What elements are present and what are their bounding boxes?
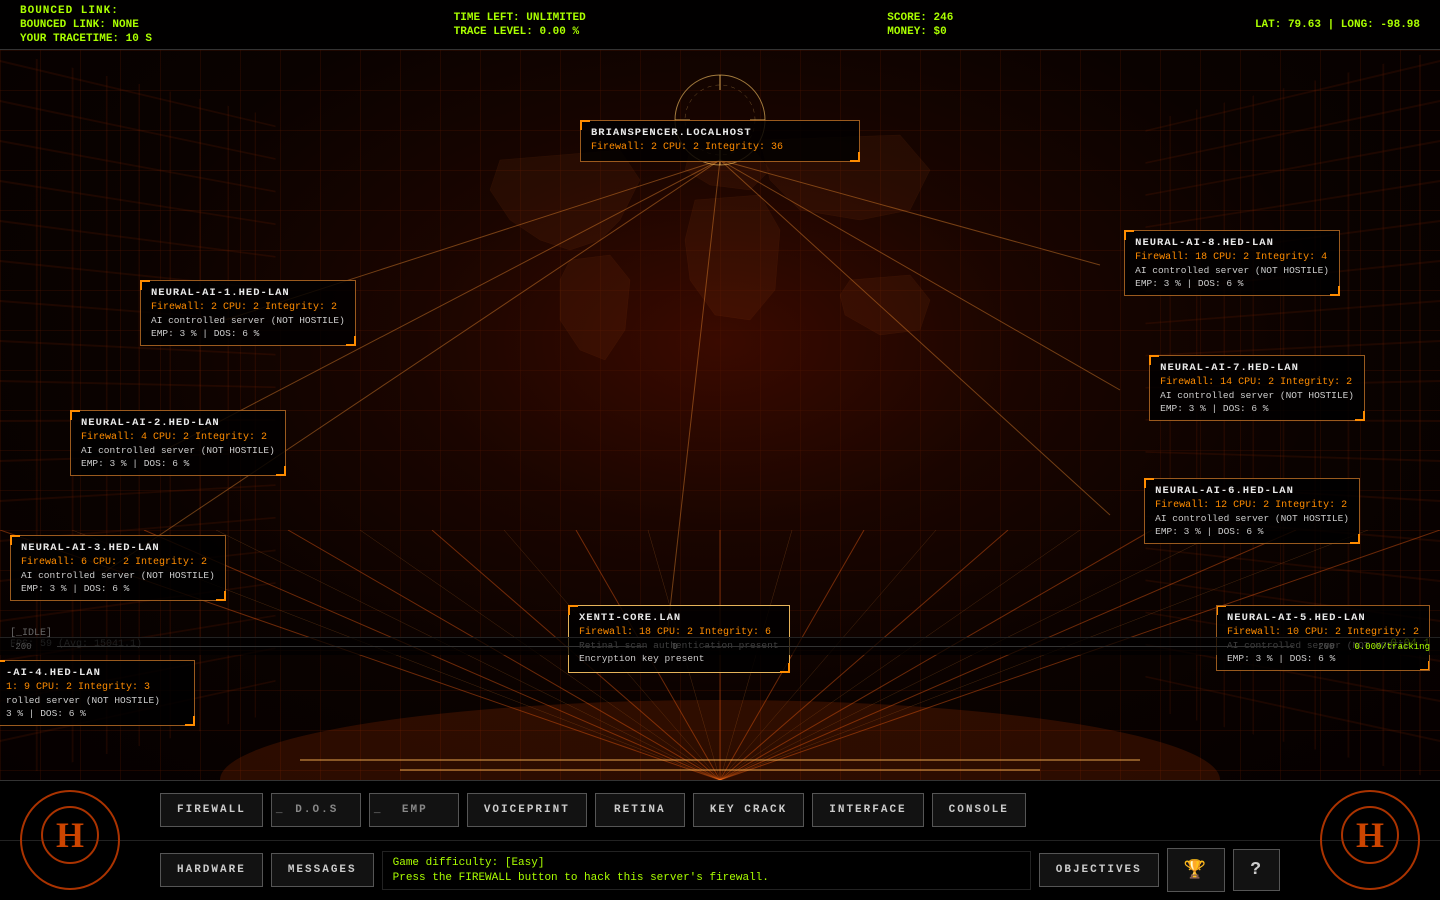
svg-text:H: H	[1356, 815, 1384, 855]
node-ai7-title: NEURAL-AI-7.HED-LAN	[1160, 362, 1354, 374]
svg-text:H: H	[56, 815, 84, 855]
trophy-button[interactable]: 🏆	[1167, 848, 1225, 892]
bottom-toolbar: H H FIREWALL D.O.S EMP VOICEPRINT RETINA…	[0, 780, 1440, 900]
node-ai7-firewall: Firewall: 14 CPU: 2 Integrity: 2	[1160, 377, 1354, 388]
node-ai4-emp: 3 % | DOS: 6 %	[6, 708, 184, 719]
voiceprint-button[interactable]: VOICEPRINT	[467, 793, 587, 827]
node-ai2-emp: EMP: 3 % | DOS: 6 %	[81, 458, 275, 469]
keycrack-button[interactable]: KEY CRACK	[693, 793, 804, 827]
node-ai2-title: NEURAL-AI-2.HED-LAN	[81, 417, 275, 429]
interface-button[interactable]: INTERFACE	[812, 793, 923, 827]
node-neural-ai-4[interactable]: -AI-4.HED-LAN 1: 9 CPU: 2 Integrity: 3 r…	[0, 660, 195, 726]
logo-right: H	[1320, 790, 1420, 890]
node-ai6-desc: AI controlled server (NOT HOSTILE)	[1155, 513, 1349, 524]
scale-neg200: -200	[10, 642, 32, 652]
node-neural-ai-3[interactable]: NEURAL-AI-3.HED-LAN Firewall: 6 CPU: 2 I…	[10, 535, 226, 601]
node-ai1-desc: AI controlled server (NOT HOSTILE)	[151, 315, 345, 326]
node-ai2-desc: AI controlled server (NOT HOSTILE)	[81, 445, 275, 456]
node-neural-ai-8[interactable]: NEURAL-AI-8.HED-LAN Firewall: 18 CPU: 2 …	[1124, 230, 1340, 296]
node-ai1-emp: EMP: 3 % | DOS: 6 %	[151, 328, 345, 339]
node-ai3-firewall: Firewall: 6 CPU: 2 Integrity: 2	[21, 557, 215, 568]
bounced-link-value: BOUNCED LINK: BOUNCED LINK: NONE	[20, 19, 152, 31]
score: SCORE: 246	[887, 12, 953, 24]
toolbar-bottom-row: HARDWARE MESSAGES Game difficulty: [Easy…	[0, 841, 1440, 900]
node-ai8-firewall: Firewall: 18 CPU: 2 Integrity: 4	[1135, 252, 1329, 263]
game-msg-line2: Press the FIREWALL button to hack this s…	[393, 872, 1020, 884]
node-neural-ai-6[interactable]: NEURAL-AI-6.HED-LAN Firewall: 12 CPU: 2 …	[1144, 478, 1360, 544]
score-group: SCORE: 246 MONEY: $0	[887, 12, 953, 38]
node-neural-ai-1[interactable]: NEURAL-AI-1.HED-LAN Firewall: 2 CPU: 2 I…	[140, 280, 356, 346]
node-ai6-firewall: Firewall: 12 CPU: 2 Integrity: 2	[1155, 500, 1349, 511]
bounced-link-label: BOUNCED LINK:	[20, 5, 152, 17]
node-neural-ai-2[interactable]: NEURAL-AI-2.HED-LAN Firewall: 4 CPU: 2 I…	[70, 410, 286, 476]
node-neural-ai-7[interactable]: NEURAL-AI-7.HED-LAN Firewall: 14 CPU: 2 …	[1149, 355, 1365, 421]
money: MONEY: $0	[887, 26, 953, 38]
game-message-area: Game difficulty: [Easy] Press the FIREWA…	[382, 851, 1031, 890]
game-area: BRIANSPENCER.LOCALHOST Firewall: 2 CPU: …	[0, 50, 1440, 780]
retina-button[interactable]: RETINA	[595, 793, 685, 827]
xenti-title: XENTI-CORE.LAN	[579, 612, 779, 624]
scale-200: 200	[1318, 642, 1334, 652]
tracking-label: 0.000/tracking	[1354, 642, 1430, 652]
node-ai1-title: NEURAL-AI-1.HED-LAN	[151, 287, 345, 299]
console-button[interactable]: CONSOLE	[932, 793, 1026, 827]
tracetime-value: YOUR TRACETIME: 10 S	[20, 33, 152, 45]
center-node-firewall: Firewall: 2 CPU: 2 Integrity: 36	[591, 142, 849, 153]
messages-button[interactable]: MESSAGES	[271, 853, 374, 887]
node-ai1-firewall: Firewall: 2 CPU: 2 Integrity: 2	[151, 302, 345, 313]
logo-left: H	[20, 790, 120, 890]
node-ai7-emp: EMP: 3 % | DOS: 6 %	[1160, 403, 1354, 414]
game-msg-line1: Game difficulty: [Easy]	[393, 857, 1020, 869]
center-node-title: BRIANSPENCER.LOCALHOST	[591, 127, 849, 139]
node-ai4-desc: rolled server (NOT HOSTILE)	[6, 695, 184, 706]
hardware-button[interactable]: HARDWARE	[160, 853, 263, 887]
node-ai3-desc: AI controlled server (NOT HOSTILE)	[21, 570, 215, 581]
logo-right-icon: H	[1340, 805, 1400, 875]
toolbar-top-row: FIREWALL D.O.S EMP VOICEPRINT RETINA KEY…	[0, 781, 1440, 841]
node-ai8-emp: EMP: 3 % | DOS: 6 %	[1135, 278, 1329, 289]
dos-button[interactable]: D.O.S	[271, 793, 361, 827]
node-ai6-title: NEURAL-AI-6.HED-LAN	[1155, 485, 1349, 497]
node-ai8-title: NEURAL-AI-8.HED-LAN	[1135, 237, 1329, 249]
emp-button[interactable]: EMP	[369, 793, 459, 827]
node-ai3-emp: EMP: 3 % | DOS: 6 %	[21, 583, 215, 594]
logo-left-icon: H	[40, 805, 100, 875]
node-ai5-title: NEURAL-AI-5.HED-LAN	[1227, 612, 1419, 624]
help-button[interactable]: ?	[1233, 849, 1280, 891]
coordinates: LAT: 79.63 | LONG: -98.98	[1255, 19, 1420, 31]
node-ai4-firewall: 1: 9 CPU: 2 Integrity: 3	[6, 682, 184, 693]
firewall-button[interactable]: FIREWALL	[160, 793, 263, 827]
time-group: TIME LEFT: UNLIMITED TRACE LEVEL: 0.00 %	[454, 12, 586, 38]
top-hud: BOUNCED LINK: BOUNCED LINK: BOUNCED LINK…	[0, 0, 1440, 50]
bounced-link-group: BOUNCED LINK: BOUNCED LINK: BOUNCED LINK…	[20, 5, 152, 45]
tracking-bar: -200 0 200 0.000/tracking	[0, 637, 1440, 655]
node-ai7-desc: AI controlled server (NOT HOSTILE)	[1160, 390, 1354, 401]
trace-level: TRACE LEVEL: 0.00 %	[454, 26, 586, 38]
node-ai3-title: NEURAL-AI-3.HED-LAN	[21, 542, 215, 554]
node-ai4-title: -AI-4.HED-LAN	[6, 667, 184, 679]
scale-0: 0	[672, 642, 677, 652]
time-left: TIME LEFT: UNLIMITED	[454, 12, 586, 24]
node-ai2-firewall: Firewall: 4 CPU: 2 Integrity: 2	[81, 432, 275, 443]
center-node-box[interactable]: BRIANSPENCER.LOCALHOST Firewall: 2 CPU: …	[580, 120, 860, 162]
node-ai8-desc: AI controlled server (NOT HOSTILE)	[1135, 265, 1329, 276]
node-ai6-emp: EMP: 3 % | DOS: 6 %	[1155, 526, 1349, 537]
coords-group: LAT: 79.63 | LONG: -98.98	[1255, 19, 1420, 31]
objectives-button[interactable]: OBJECTIVES	[1039, 853, 1159, 887]
